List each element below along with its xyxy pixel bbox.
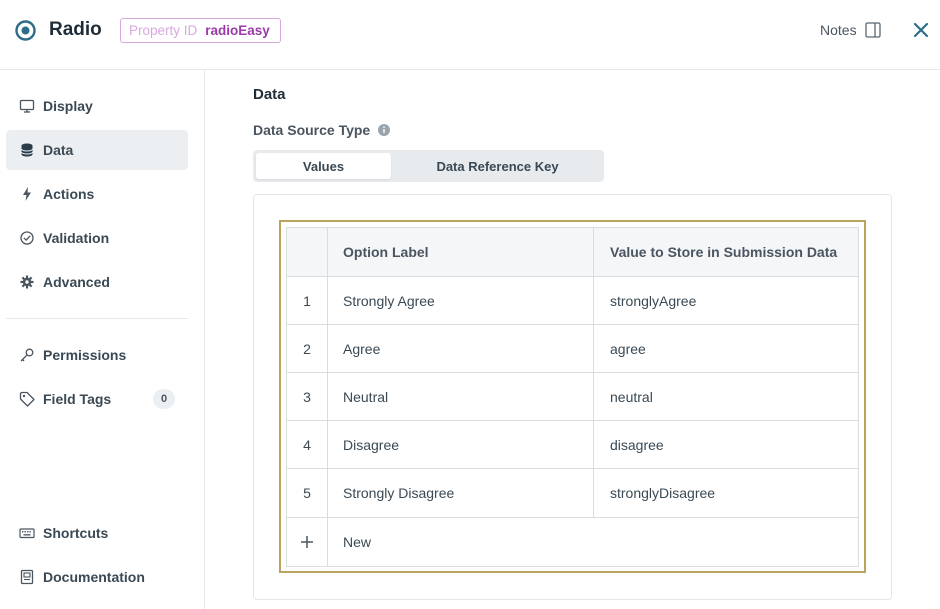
- column-header-value: Value to Store in Submission Data: [610, 244, 838, 260]
- key-icon: [19, 347, 35, 363]
- sidebar-item-documentation[interactable]: Documentation: [6, 557, 188, 597]
- values-table: Option Label Value to Store in Submissio…: [286, 227, 859, 567]
- option-value-cell[interactable]: disagree: [594, 421, 858, 468]
- notes-label: Notes: [820, 22, 857, 38]
- sidebar-item-permissions[interactable]: Permissions: [6, 335, 188, 375]
- option-value-cell[interactable]: stronglyAgree: [594, 277, 858, 324]
- sidebar-divider: [6, 318, 188, 319]
- close-icon[interactable]: [912, 21, 930, 39]
- sidebar-item-label: Display: [43, 98, 93, 114]
- table-row[interactable]: 2 Agree agree: [287, 325, 858, 373]
- radio-icon: [15, 20, 36, 41]
- sidebar-item-shortcuts[interactable]: Shortcuts: [6, 513, 188, 553]
- sidebar-item-data[interactable]: Data: [6, 130, 188, 170]
- sidebar-item-validation[interactable]: Validation: [6, 218, 188, 258]
- sidebar-item-advanced[interactable]: Advanced: [6, 262, 188, 302]
- header: Radio Property ID radioEasy Notes: [0, 0, 940, 70]
- page-title: Radio: [49, 19, 102, 40]
- sidebar-item-label: Validation: [43, 230, 110, 246]
- monitor-icon: [19, 98, 35, 114]
- sidebar-item-field-tags[interactable]: Field Tags 0: [6, 379, 188, 419]
- table-row[interactable]: 3 Neutral neutral: [287, 373, 858, 421]
- sidebar-item-display[interactable]: Display: [6, 86, 188, 126]
- table-header-row: Option Label Value to Store in Submissio…: [287, 228, 858, 277]
- database-icon: [19, 142, 35, 158]
- option-value-cell[interactable]: neutral: [594, 373, 858, 420]
- option-label-cell[interactable]: Neutral: [328, 373, 594, 420]
- sidebar: Display Data Actions Validation Advanced…: [0, 70, 205, 609]
- data-source-type-label: Data Source Type: [253, 122, 391, 138]
- lightning-icon: [19, 186, 35, 202]
- table-row[interactable]: 5 Strongly Disagree stronglyDisagree: [287, 469, 858, 518]
- row-number: 4: [287, 421, 328, 468]
- sidebar-item-label: Field Tags: [43, 391, 112, 407]
- section-title: Data: [253, 86, 286, 103]
- property-id-badge[interactable]: Property ID radioEasy: [120, 18, 281, 43]
- add-new-row[interactable]: New: [287, 518, 858, 566]
- row-number: 1: [287, 277, 328, 324]
- new-row-label[interactable]: New: [328, 518, 858, 566]
- option-label-cell[interactable]: Strongly Disagree: [328, 469, 594, 517]
- property-id-value: radioEasy: [205, 23, 270, 38]
- sidebar-item-label: Advanced: [43, 274, 110, 290]
- document-icon: [19, 569, 35, 585]
- option-value-cell[interactable]: stronglyDisagree: [594, 469, 858, 517]
- option-label-cell[interactable]: Strongly Agree: [328, 277, 594, 324]
- option-value-cell[interactable]: agree: [594, 325, 858, 372]
- sidebar-item-actions[interactable]: Actions: [6, 174, 188, 214]
- option-label-cell[interactable]: Agree: [328, 325, 594, 372]
- table-row[interactable]: 4 Disagree disagree: [287, 421, 858, 469]
- row-number: 5: [287, 469, 328, 517]
- row-number-header: [287, 228, 328, 276]
- tag-icon: [19, 391, 35, 407]
- sidebar-item-label: Permissions: [43, 347, 127, 363]
- tab-values[interactable]: Values: [256, 153, 391, 179]
- option-label-cell[interactable]: Disagree: [328, 421, 594, 468]
- notes-toggle[interactable]: Notes: [820, 22, 881, 38]
- sidebar-item-label: Shortcuts: [43, 525, 109, 541]
- row-number: 3: [287, 373, 328, 420]
- panel-icon: [864, 22, 881, 38]
- field-tags-count-badge: 0: [153, 389, 175, 409]
- table-row[interactable]: 1 Strongly Agree stronglyAgree: [287, 277, 858, 325]
- info-icon[interactable]: [378, 124, 391, 136]
- data-source-type-text: Data Source Type: [253, 122, 371, 138]
- plus-icon: [301, 536, 313, 548]
- row-number: 2: [287, 325, 328, 372]
- keyboard-icon: [19, 525, 35, 541]
- tab-data-reference-key[interactable]: Data Reference Key: [394, 153, 601, 179]
- sidebar-item-label: Actions: [43, 186, 95, 202]
- property-id-label: Property ID: [129, 23, 198, 38]
- gear-icon: [19, 274, 35, 290]
- sidebar-item-label: Data: [43, 142, 74, 158]
- add-row-button[interactable]: [287, 518, 328, 566]
- data-source-type-selector: Values Data Reference Key: [253, 150, 604, 182]
- sidebar-item-label: Documentation: [43, 569, 145, 585]
- column-header-option-label: Option Label: [328, 228, 594, 276]
- check-circle-icon: [19, 230, 35, 246]
